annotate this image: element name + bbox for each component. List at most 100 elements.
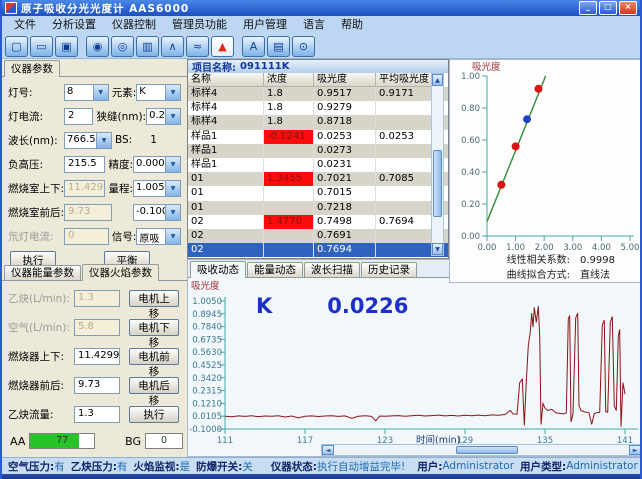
tab-energy-params[interactable]: 仪器能量参数 [4,265,81,280]
lamp-current-label: 灯电流: [8,109,64,124]
table-scrollbar[interactable]: ▲ ▼ [431,73,444,256]
toolbar: ▢▭▣ ◉◎▥∧≈▲ A▤⊙ [2,34,640,59]
column-header-0[interactable]: 名称 [188,73,264,87]
scroll-down-icon[interactable]: ▼ [432,243,443,255]
cell-name: 01 [188,172,264,186]
burner-fb-label: 燃烧室前后: [8,205,64,220]
tab-history[interactable]: 历史记录 [361,262,417,277]
chevron-down-icon[interactable]: ▼ [165,109,180,124]
air-pressure-value: 有 [54,459,65,474]
svg-text:0.0105: 0.0105 [192,412,222,422]
energy-100-icon[interactable]: ▥ [136,36,159,57]
printer-icon[interactable]: ▤ [267,36,290,57]
scroll-up-icon[interactable]: ▲ [432,74,443,86]
motor-down-button[interactable]: 电机下移 [129,319,179,336]
chevron-down-icon[interactable]: ▼ [165,205,180,220]
hv-input[interactable]: 215.5 [64,156,105,173]
scroll-left-icon[interactable]: ◄ [322,445,334,455]
svg-text:1.0050: 1.0050 [192,297,222,307]
tab-energy-dynamics[interactable]: 能量动态 [247,262,303,277]
column-header-3[interactable]: 平均吸光度 [376,73,432,87]
maximize-button[interactable]: □ [599,1,617,15]
chevron-down-icon[interactable]: ▼ [96,133,111,148]
power-icon[interactable]: ⊙ [292,36,315,57]
table-row[interactable]: 标样41.80.9279 [188,101,448,115]
menu-item-3[interactable]: 管理员功能 [164,17,235,33]
tab-flame-params[interactable]: 仪器火焰参数 [82,264,159,281]
flame-execute-button[interactable]: 执行 [129,406,179,423]
table-row[interactable]: 020.7691 [188,229,448,243]
motor-forward-button[interactable]: 电机前移 [129,348,179,365]
table-row[interactable]: 011.34550.70210.7085 [188,172,448,186]
lamp-no-select[interactable]: 8▼ [64,84,109,101]
wavelength-select[interactable]: 766.5▼ [64,132,112,149]
hv-label: 负高压: [8,157,64,172]
menu-item-6[interactable]: 帮助 [333,17,371,33]
lamp-no-label: 灯号: [8,85,64,100]
menu-item-1[interactable]: 分析设置 [44,17,104,33]
minimize-button[interactable]: _ [579,1,597,15]
table-row[interactable]: 样品1-0.12410.02530.0253 [188,130,448,144]
user-type-label: 用户类型: [520,459,566,474]
menu-item-4[interactable]: 用户管理 [235,17,295,33]
burner-updown-input[interactable]: 11.4299 [74,348,120,365]
table-row[interactable]: 021.47700.74980.7694 [188,215,448,229]
column-header-2[interactable]: 吸光度 [314,73,376,87]
column-header-1[interactable]: 浓度 [264,73,314,87]
table-row[interactable]: 010.7015 [188,186,448,200]
lamp-energy-icon[interactable]: ◎ [111,36,134,57]
bg-meter-value: 0 [146,434,182,447]
slit-select[interactable]: 0.2▼ [146,108,181,125]
chevron-down-icon[interactable]: ▼ [165,229,180,244]
svg-text:0.7840: 0.7840 [192,323,222,333]
chevron-down-icon[interactable]: ▼ [93,85,108,100]
scrollbar-thumb[interactable] [433,150,442,217]
peak-scan-icon[interactable]: ∧ [161,36,184,57]
table-row[interactable]: 标样41.80.8718 [188,115,448,129]
element-select[interactable]: K▼ [136,84,181,101]
menu-item-0[interactable]: 文件 [6,17,44,33]
scroll-right-icon[interactable]: ► [629,445,641,455]
autosampler-icon[interactable]: A [242,36,265,57]
signal-select[interactable]: 原吸▼ [136,228,181,245]
chevron-down-icon[interactable]: ▼ [165,181,180,196]
svg-text:0.4525: 0.4525 [192,361,222,371]
close-button[interactable]: × [619,1,637,15]
table-row[interactable]: 010.7218 [188,201,448,215]
calibration-chart: 吸光度 0.000.200.400.600.801.000.001.002.00… [450,60,642,282]
table-row[interactable]: 样品10.0231 [188,158,448,172]
time-scrollbar[interactable]: ◄ ► [321,444,642,456]
explosion-switch-label: 防爆开关: [196,459,242,474]
tab-instrument-params[interactable]: 仪器参数 [4,60,60,77]
flame-icon[interactable]: ▲ [211,36,234,57]
range-select[interactable]: 1.0050▼ [133,180,181,197]
new-file-icon[interactable]: ▢ [5,36,28,57]
burner-ud-input: 11.4299 [64,180,105,197]
table-row[interactable]: 标样41.80.95170.9171 [188,87,448,101]
lamp-select-icon[interactable]: ◉ [86,36,109,57]
save-icon[interactable]: ▣ [55,36,78,57]
menu-item-5[interactable]: 语言 [295,17,333,33]
cell-concentration: 1.8 [264,87,314,101]
offset-select[interactable]: -0.1000▼ [133,204,181,221]
flame-monitor-value: 是 [180,459,191,474]
scrollbar-thumb[interactable] [456,446,518,454]
table-row[interactable]: 020.7694 [188,243,448,257]
menu-item-2[interactable]: 仪器控制 [104,17,164,33]
chevron-down-icon[interactable]: ▼ [165,85,180,100]
tab-wavelength-scan[interactable]: 波长扫描 [304,262,360,277]
burner-frontback-input[interactable]: 9.73 [74,377,120,394]
lamp-current-input[interactable]: 2 [64,108,93,125]
c2h2-label: 乙炔(L/min): [8,291,74,306]
svg-text:5.00: 5.00 [621,243,640,253]
tab-absorb-dynamics[interactable]: 吸收动态 [190,261,246,278]
precision-select[interactable]: 0.0000▼ [133,156,181,173]
table-row[interactable]: 样品10.0273 [188,144,448,158]
open-folder-icon[interactable]: ▭ [30,36,53,57]
c2h2-flow-input[interactable]: 1.3 [74,406,120,423]
motor-back-button[interactable]: 电机后移 [129,377,179,394]
wavelength-icon[interactable]: ≈ [186,36,209,57]
motor-up-button[interactable]: 电机上移 [129,290,179,307]
element-label: 元素: [112,85,137,100]
chevron-down-icon[interactable]: ▼ [165,157,180,172]
